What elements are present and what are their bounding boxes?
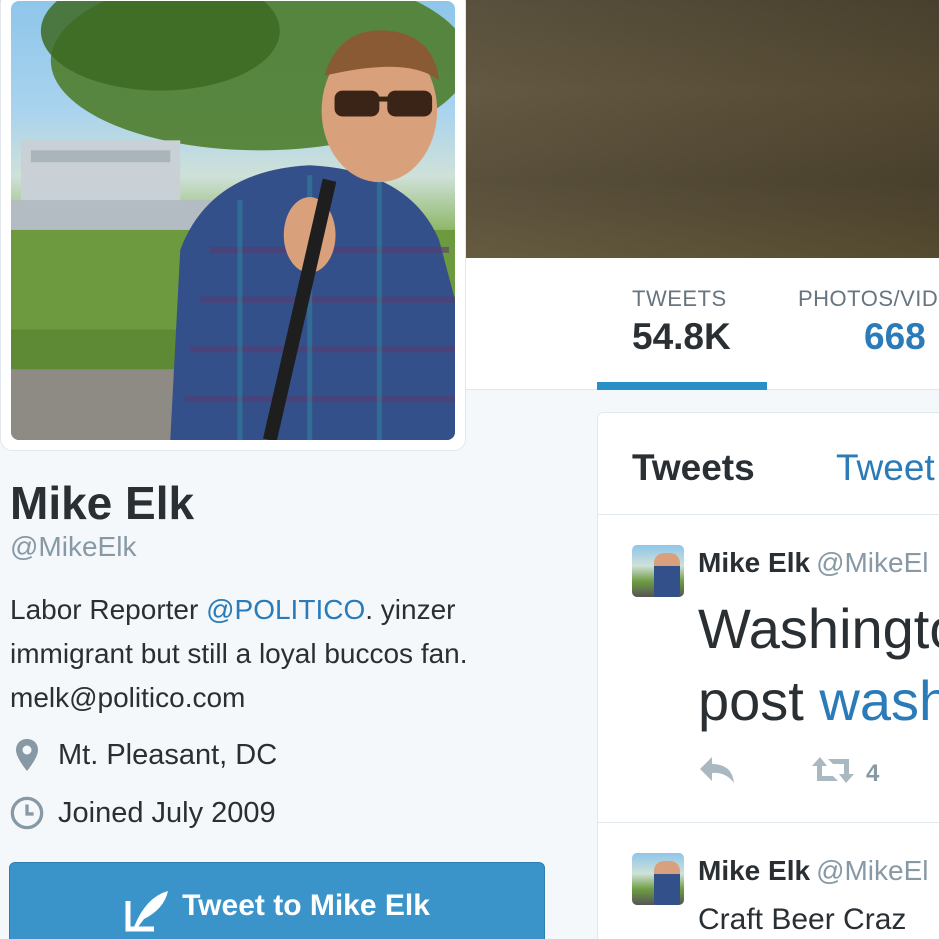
tweet-item[interactable]: Mike Elk @MikeEl Craft Beer Craz (598, 823, 939, 939)
tab-tweets[interactable]: Tweets (632, 447, 755, 489)
tweet-text: Washingto post wash (698, 593, 939, 737)
profile-location: Mt. Pleasant, DC (10, 736, 277, 774)
bio-mention-link[interactable]: @POLITICO (206, 594, 365, 625)
stat-tweets[interactable]: TWEETS 54.8K (632, 286, 731, 358)
location-text: Mt. Pleasant, DC (58, 738, 278, 771)
profile-handle: @MikeElk (10, 531, 137, 562)
tweet-actions: 4 (698, 755, 879, 792)
timeline-header: Tweets Tweet (598, 413, 939, 515)
tweet-text-line2-prefix: post (698, 669, 820, 732)
tweet-author[interactable]: Mike Elk @MikeEl (698, 547, 929, 579)
stat-photos-label: PHOTOS/VID (798, 286, 939, 311)
profile-bio: Labor Reporter @POLITICO. yinzer immigra… (10, 588, 570, 720)
tweet-avatar[interactable] (632, 545, 684, 597)
tweet-text: Craft Beer Craz (698, 903, 907, 936)
stat-tweets-label: TWEETS (632, 286, 727, 311)
join-date-text: Joined July 2009 (58, 796, 276, 829)
active-tab-indicator (597, 382, 767, 390)
profile-avatar[interactable] (0, 0, 466, 451)
avatar-photo (11, 1, 455, 440)
tweet-author[interactable]: Mike Elk @MikeEl (698, 855, 929, 887)
bio-prefix: Labor Reporter (10, 594, 207, 625)
tweet-link[interactable]: wash (819, 669, 939, 732)
tweet-author-name: Mike Elk (698, 547, 811, 578)
location-pin-icon (10, 736, 44, 774)
retweet-icon (810, 755, 856, 792)
timeline-panel: Tweets Tweet Mike Elk @MikeEl Washingto p… (597, 412, 939, 939)
reply-button[interactable] (698, 755, 810, 792)
retweet-count: 4 (866, 759, 880, 787)
feather-compose-icon (124, 887, 172, 939)
clock-icon (10, 794, 44, 832)
profile-join-date: Joined July 2009 (10, 794, 276, 832)
tweet-to-button[interactable]: Tweet to Mike Elk (9, 862, 545, 939)
stat-photos[interactable]: PHOTOS/VID 668 (798, 286, 938, 358)
tab-tweets-replies[interactable]: Tweet (836, 447, 935, 489)
tweet-item[interactable]: Mike Elk @MikeEl Washingto post wash 4 (598, 517, 939, 823)
stat-photos-value: 668 (864, 316, 926, 357)
tweet-to-label: Tweet to Mike Elk (182, 889, 430, 922)
reply-icon (698, 755, 736, 792)
profile-name: Mike Elk (10, 477, 195, 529)
tweet-author-name: Mike Elk (698, 855, 811, 886)
avatar-illustration (11, 1, 455, 440)
tweet-text-line2: post wash (698, 665, 939, 737)
tweet-text-line1: Washingto (698, 597, 939, 660)
tweet-avatar[interactable] (632, 853, 684, 905)
retweet-button[interactable]: 4 (810, 755, 879, 792)
tweet-author-handle: @MikeEl (816, 855, 929, 886)
stat-tweets-value: 54.8K (632, 316, 731, 357)
tweet-author-handle: @MikeEl (816, 547, 929, 578)
